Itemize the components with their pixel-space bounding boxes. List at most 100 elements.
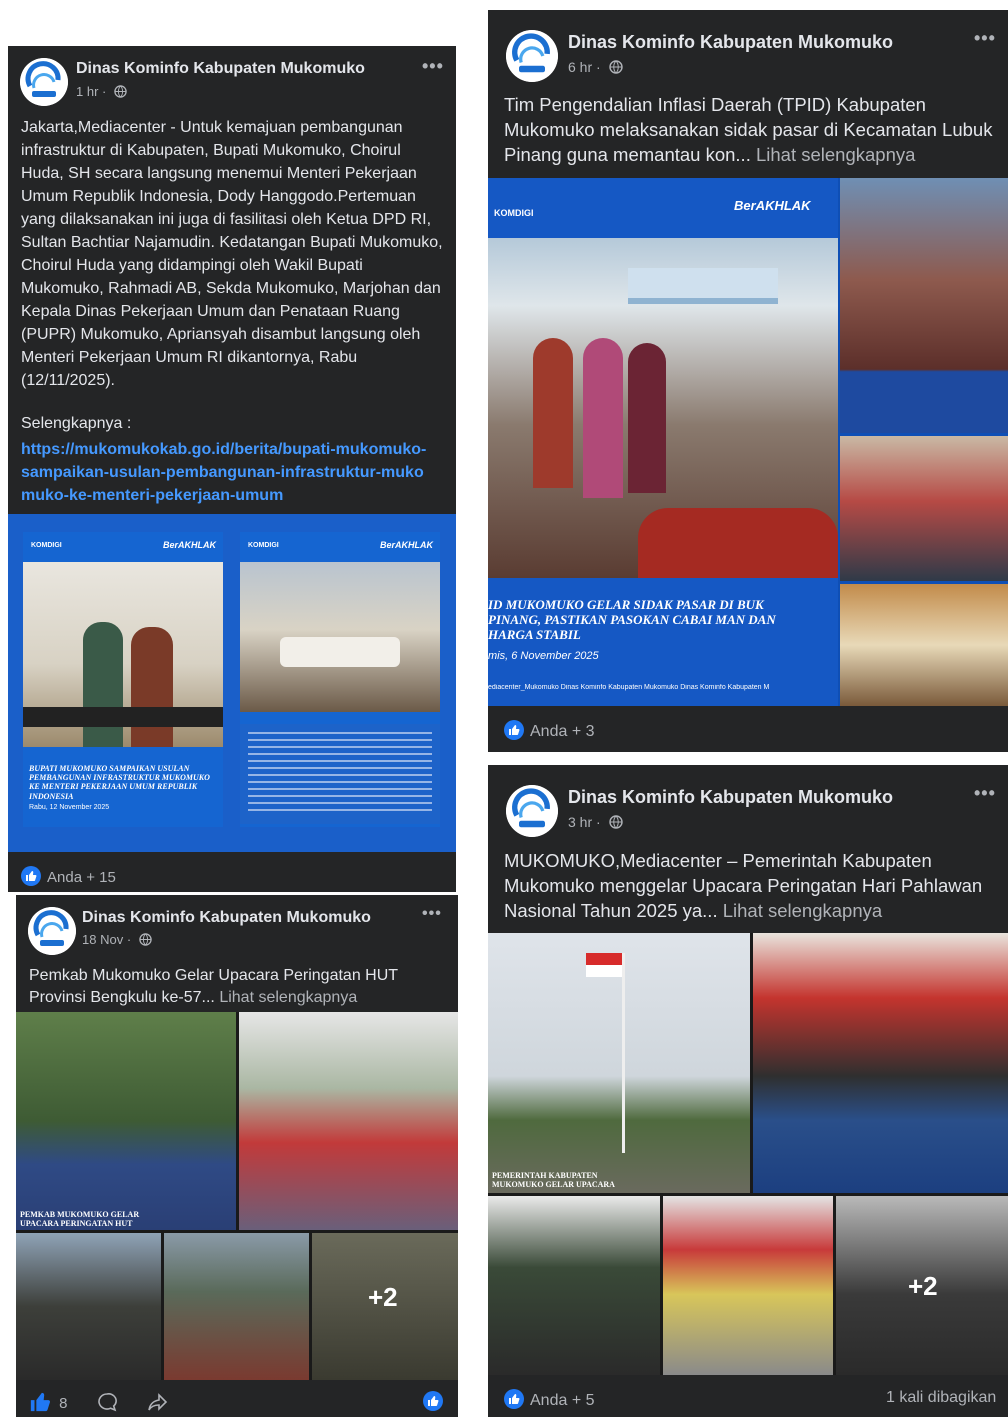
grid-photo-bottom-2 bbox=[663, 1196, 833, 1375]
see-more-link[interactable]: Lihat selengkapnya bbox=[756, 144, 915, 165]
grid-photo-right-bottom bbox=[840, 584, 1008, 706]
post-card-3: Dinas Kominfo Kabupaten Mukomuko 18 Nov … bbox=[16, 895, 458, 1417]
page-name[interactable]: Dinas Kominfo Kabupaten Mukomuko bbox=[82, 909, 371, 927]
grid-photo-right-top bbox=[840, 178, 1008, 433]
read-more-label: Selengkapnya : bbox=[21, 415, 132, 432]
page-avatar[interactable] bbox=[20, 58, 68, 106]
more-options-icon[interactable]: ••• bbox=[974, 28, 996, 49]
poster-date: Rabu, 12 November 2025 bbox=[29, 804, 110, 811]
globe-icon bbox=[608, 815, 623, 829]
post-text: Pemkab Mukomuko Gelar Upacara Peringatan… bbox=[29, 965, 449, 1009]
person-left bbox=[83, 622, 123, 747]
grid-photo-bottom-2 bbox=[164, 1233, 309, 1380]
grid-photo-bottom-1 bbox=[488, 1196, 660, 1375]
more-photos-count[interactable]: +2 bbox=[368, 1282, 398, 1313]
berakhlak-label: BerAKHLAK bbox=[163, 540, 217, 550]
globe-icon bbox=[114, 85, 127, 98]
comment-icon[interactable] bbox=[96, 1391, 118, 1413]
post-time-label: 18 Nov bbox=[82, 932, 124, 947]
like-reaction-icon bbox=[504, 1389, 524, 1409]
reaction-count: Anda + 3 bbox=[530, 723, 595, 740]
post-time: 3 hr · bbox=[568, 814, 623, 830]
post-card-1: Dinas Kominfo Kabupaten Mukomuko 1 hr · … bbox=[8, 46, 456, 892]
reaction-summary[interactable]: Anda + 3 bbox=[504, 720, 595, 741]
flag-white bbox=[586, 965, 622, 977]
poster-headline: PEMKAB MUKOMUKO GELAR UPACARA PERINGATAN… bbox=[20, 1210, 140, 1229]
black-counter bbox=[23, 707, 223, 727]
poster-footer-handles: ediacenter_Mukomuko Dinas Kominfo Kabupa… bbox=[488, 684, 770, 691]
person-3 bbox=[628, 343, 666, 493]
post-image[interactable]: PEMKAB MUKOMUKO GELAR UPACARA PERINGATAN… bbox=[16, 1012, 458, 1380]
share-icon[interactable] bbox=[146, 1391, 168, 1413]
see-more-link[interactable]: Lihat selengkapnya bbox=[723, 900, 882, 921]
chili-pile bbox=[638, 508, 838, 578]
more-options-icon[interactable]: ••• bbox=[974, 783, 996, 804]
flag-red bbox=[586, 953, 622, 965]
grid-photo-top-left bbox=[16, 1012, 236, 1230]
poster-2: KOMDIGI BerAKHLAK bbox=[240, 532, 440, 827]
post-card-2: Dinas Kominfo Kabupaten Mukomuko 6 hr · … bbox=[488, 10, 1008, 752]
page-name[interactable]: Dinas Kominfo Kabupaten Mukomuko bbox=[568, 32, 893, 53]
more-options-icon[interactable]: ••• bbox=[422, 905, 442, 923]
more-photos-count[interactable]: +2 bbox=[908, 1271, 938, 1302]
grid-photo-top-right bbox=[239, 1012, 458, 1230]
post-image[interactable]: PEMERINTAH KABUPATEN MUKOMUKO GELAR UPAC… bbox=[488, 933, 1008, 1375]
post-text: Jakarta,Mediacenter - Untuk kemajuan pem… bbox=[21, 119, 443, 389]
page-name[interactable]: Dinas Kominfo Kabupaten Mukomuko bbox=[568, 787, 893, 808]
post-time: 6 hr · bbox=[568, 59, 623, 75]
more-options-icon[interactable]: ••• bbox=[422, 56, 444, 77]
reaction-bar: 8 bbox=[29, 1391, 449, 1413]
berakhlak-label: BerAKHLAK bbox=[734, 198, 811, 213]
post-text-body: Tim Pengendalian Inflasi Daerah (TPID) K… bbox=[504, 94, 993, 165]
poster-1: KOMDIGI BerAKHLAK BUPATI MUKOMUKO SAMPAI… bbox=[23, 532, 223, 827]
poster-headline: ID MUKOMUKO GELAR SIDAK PASAR DI BUK PIN… bbox=[488, 597, 776, 642]
sofa-chairs bbox=[280, 637, 400, 667]
post-text: MUKOMUKO,Mediacenter – Pemerintah Kabupa… bbox=[504, 848, 1004, 923]
post-time-label: 6 hr bbox=[568, 59, 593, 75]
like-reaction-icon bbox=[504, 720, 524, 740]
reaction-summary[interactable]: Anda + 15 bbox=[21, 866, 116, 886]
page-avatar[interactable] bbox=[28, 907, 76, 955]
post-time: 1 hr · bbox=[76, 84, 127, 99]
berakhlak-label: BerAKHLAK bbox=[380, 540, 434, 550]
komdigi-label: KOMDIGI bbox=[494, 208, 534, 218]
like-reaction-icon bbox=[423, 1391, 443, 1411]
diskominfo-logo-icon bbox=[506, 30, 558, 82]
grid-photo-top-right bbox=[753, 933, 1008, 1193]
post-image[interactable]: KOMDIGI BerAKHLAK ID MUKOMUKO GELAR SIDA… bbox=[488, 178, 1008, 706]
article-link[interactable]: https://mukomukokab.go.id/berita/bupati-… bbox=[21, 438, 431, 507]
page-avatar[interactable] bbox=[506, 30, 558, 82]
person-1 bbox=[533, 338, 573, 488]
like-reaction-icon bbox=[21, 866, 41, 886]
post-time: 18 Nov · bbox=[82, 932, 152, 947]
grid-photo-right-middle bbox=[840, 436, 1008, 581]
page-avatar[interactable] bbox=[506, 785, 558, 837]
post-image[interactable]: KOMDIGI BerAKHLAK BUPATI MUKOMUKO SAMPAI… bbox=[8, 514, 456, 852]
poster-headline: PEMERINTAH KABUPATEN MUKOMUKO GELAR UPAC… bbox=[492, 1171, 615, 1190]
post-card-4: Dinas Kominfo Kabupaten Mukomuko 3 hr · … bbox=[488, 765, 1008, 1417]
diskominfo-logo-icon bbox=[20, 58, 68, 106]
post-text: Tim Pengendalian Inflasi Daerah (TPID) K… bbox=[504, 92, 1004, 167]
poster-date: mis, 6 November 2025 bbox=[488, 650, 599, 662]
reaction-summary[interactable]: Anda + 5 bbox=[504, 1389, 595, 1410]
globe-icon bbox=[139, 933, 152, 946]
see-more-link[interactable]: Lihat selengkapnya bbox=[219, 989, 357, 1006]
post-time-label: 1 hr bbox=[76, 84, 99, 99]
komdigi-label: KOMDIGI bbox=[31, 542, 62, 549]
person-right bbox=[131, 627, 173, 747]
flag-pole bbox=[622, 953, 625, 1153]
share-count[interactable]: 1 kali dibagikan bbox=[886, 1389, 996, 1407]
reaction-count: Anda + 5 bbox=[530, 1392, 595, 1409]
like-icon[interactable] bbox=[29, 1391, 51, 1413]
awning bbox=[628, 268, 778, 304]
page-name[interactable]: Dinas Kominfo Kabupaten Mukomuko bbox=[76, 60, 365, 78]
poster-main: KOMDIGI BerAKHLAK ID MUKOMUKO GELAR SIDA… bbox=[488, 178, 838, 706]
post-time-label: 3 hr bbox=[568, 814, 593, 830]
komdigi-label: KOMDIGI bbox=[248, 542, 279, 549]
person-2 bbox=[583, 338, 623, 498]
diskominfo-logo-icon bbox=[506, 785, 558, 837]
grid-photo-bottom-1 bbox=[16, 1233, 161, 1380]
diskominfo-logo-icon bbox=[28, 907, 76, 955]
reaction-count: Anda + 15 bbox=[47, 869, 116, 886]
like-count: 8 bbox=[59, 1395, 68, 1412]
